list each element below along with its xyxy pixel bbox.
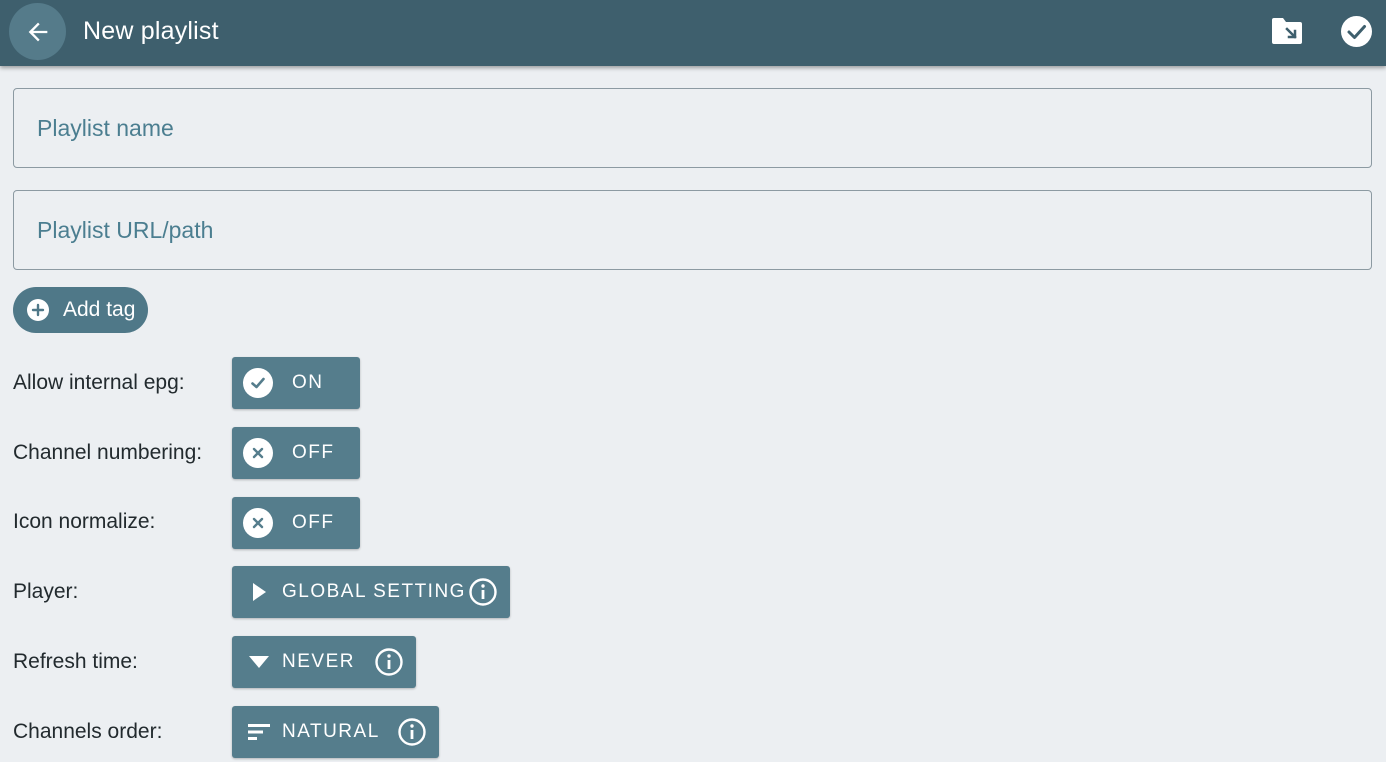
- top-app-bar: New playlist: [0, 0, 1386, 66]
- icon-normalize-toggle[interactable]: OFF: [232, 497, 360, 549]
- playlist-url-placeholder: Playlist URL/path: [37, 217, 214, 243]
- channel-numbering-value: OFF: [292, 442, 335, 463]
- page-title: New playlist: [83, 17, 219, 45]
- check-icon: [243, 368, 273, 398]
- close-icon: [243, 438, 273, 468]
- channels-order-label: Channels order:: [13, 720, 163, 743]
- add-circle-icon: [27, 299, 49, 321]
- info-icon[interactable]: [397, 717, 427, 747]
- refresh-time-label: Refresh time:: [13, 650, 138, 673]
- refresh-time-select-button[interactable]: NEVER: [232, 636, 416, 688]
- player-value: GLOBAL SETTING: [282, 581, 466, 602]
- channels-order-value: NATURAL: [282, 721, 380, 742]
- channels-order-select-button[interactable]: NATURAL: [232, 706, 439, 758]
- info-icon[interactable]: [374, 647, 404, 677]
- play-icon: [246, 579, 272, 605]
- add-tag-button[interactable]: Add tag: [13, 287, 148, 333]
- playlist-name-placeholder: Playlist name: [37, 115, 174, 141]
- allow-internal-epg-label: Allow internal epg:: [13, 371, 185, 394]
- channel-numbering-toggle[interactable]: OFF: [232, 427, 360, 479]
- check-circle-icon: [1341, 16, 1372, 47]
- info-icon[interactable]: [468, 577, 498, 607]
- playlist-name-input[interactable]: Playlist name: [13, 88, 1372, 168]
- arrow-back-icon: [28, 22, 47, 41]
- back-button[interactable]: [9, 3, 66, 60]
- channel-numbering-label: Channel numbering:: [13, 441, 203, 464]
- close-icon: [243, 508, 273, 538]
- sort-icon: [246, 719, 272, 745]
- allow-internal-epg-toggle[interactable]: ON: [232, 357, 360, 409]
- refresh-time-value: NEVER: [282, 651, 355, 672]
- playlist-url-input[interactable]: Playlist URL/path: [13, 190, 1372, 270]
- player-select-button[interactable]: GLOBAL SETTING: [232, 566, 510, 618]
- player-label: Player:: [13, 580, 79, 603]
- icon-normalize-label: Icon normalize:: [13, 510, 156, 533]
- save-button[interactable]: [1340, 15, 1373, 48]
- dropdown-triangle-icon: [246, 649, 272, 675]
- add-tag-label: Add tag: [63, 298, 136, 321]
- icon-normalize-value: OFF: [292, 512, 335, 533]
- import-file-button[interactable]: [1270, 16, 1304, 46]
- folder-import-icon: [1272, 18, 1302, 44]
- allow-internal-epg-value: ON: [292, 372, 324, 393]
